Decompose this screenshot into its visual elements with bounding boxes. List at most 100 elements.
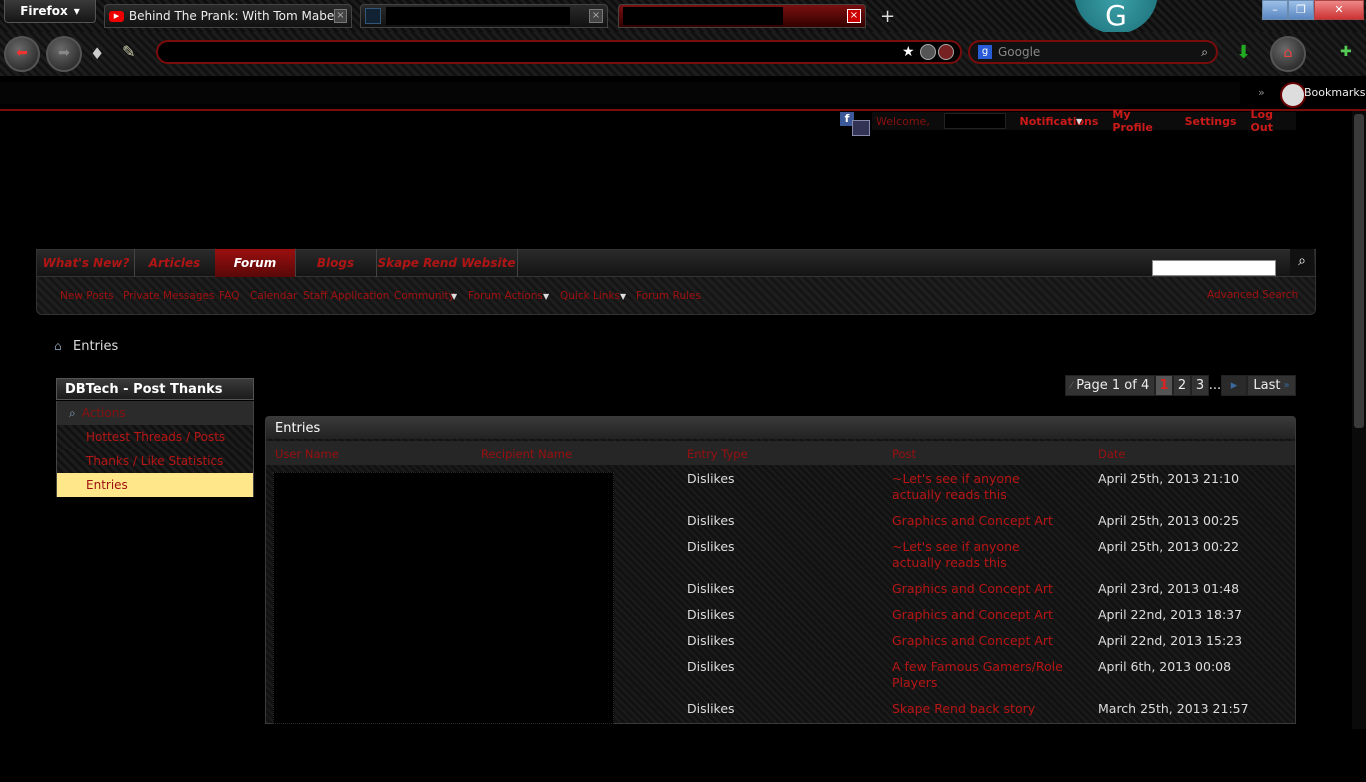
search-icon[interactable]: ⌕ — [1201, 45, 1208, 60]
chevron-down-icon: ▼ — [451, 292, 458, 301]
close-window-button[interactable]: ✕ — [1314, 0, 1364, 20]
next-page-icon[interactable]: ▸ — [1221, 375, 1247, 396]
home-icon[interactable]: ⌂ — [54, 340, 66, 352]
post-link[interactable]: Graphics and Concept Art — [892, 581, 1072, 597]
post-link[interactable]: Graphics and Concept Art — [892, 633, 1072, 649]
new-tab-icon[interactable]: + — [880, 6, 895, 27]
tab-youtube[interactable]: ▶ Behind The Prank: With Tom Mabe ... × — [104, 4, 352, 28]
entry-type: Dislikes — [687, 471, 735, 486]
log-out-link[interactable]: Log Out — [1251, 108, 1296, 134]
sidebar-title: DBTech - Post Thanks — [56, 378, 254, 400]
page-ellipsis: ... — [1208, 378, 1222, 393]
my-profile-link[interactable]: My Profile — [1112, 108, 1170, 134]
firefox-menu-button[interactable]: Firefox ▾ — [4, 0, 96, 23]
tab-skape-rend-website[interactable]: Skape Rend Website — [376, 249, 518, 277]
community-menu[interactable]: Community — [394, 290, 455, 302]
back-button[interactable]: ⬅ — [4, 36, 40, 72]
settings-link[interactable]: Settings — [1185, 115, 1237, 128]
sidebar-item-entries[interactable]: Entries — [56, 473, 254, 497]
entry-date: April 22nd, 2013 15:23 — [1098, 633, 1243, 648]
forward-button[interactable]: ➡ — [46, 36, 82, 72]
chevron-right-icon[interactable]: » — [1258, 86, 1265, 99]
bookmarks-icon[interactable] — [1280, 82, 1306, 108]
faq-link[interactable]: FAQ — [219, 290, 239, 302]
col-recipient-name[interactable]: Recipient Name — [481, 447, 572, 461]
entry-date: April 23rd, 2013 01:48 — [1098, 581, 1240, 596]
quick-links-menu[interactable]: Quick Links — [560, 290, 620, 302]
close-icon[interactable]: × — [847, 9, 861, 23]
chevron-down-icon: ▼ — [543, 292, 550, 301]
user-bar: Welcome, Notifications My Profile Settin… — [872, 108, 1296, 134]
profile-initial: G — [1105, 0, 1127, 32]
forum-rules-link[interactable]: Forum Rules — [636, 290, 701, 302]
tab-forum[interactable]: Forum — [215, 249, 296, 277]
url-redacted — [168, 44, 438, 60]
minimize-button[interactable]: – — [1262, 0, 1288, 20]
close-icon[interactable]: × — [333, 9, 347, 23]
url-bar[interactable]: ★ — [156, 40, 962, 64]
advanced-search-link[interactable]: Advanced Search — [1207, 289, 1298, 301]
tab-blogs[interactable]: Blogs — [295, 249, 377, 277]
col-date[interactable]: Date — [1098, 447, 1126, 461]
col-post[interactable]: Post — [892, 447, 916, 461]
bookmarks-button[interactable]: Bookmarks — [1304, 86, 1365, 99]
tab-articles[interactable]: Articles — [134, 249, 216, 277]
forum-actions-menu[interactable]: Forum Actions — [468, 290, 543, 302]
page-2[interactable]: 2 — [1173, 375, 1191, 396]
col-entry-type[interactable]: Entry Type — [687, 447, 748, 461]
sidebar-item-statistics[interactable]: Thanks / Like Statistics — [56, 449, 254, 473]
notifications-link[interactable]: Notifications — [1020, 115, 1099, 128]
post-link[interactable]: A few Famous Gamers/Role Players — [892, 659, 1072, 691]
calendar-link[interactable]: Calendar — [250, 290, 297, 302]
tab-title-redacted — [386, 7, 570, 25]
entry-date: April 22nd, 2013 18:37 — [1098, 607, 1243, 622]
tab-title: Behind The Prank: With Tom Mabe ... — [128, 9, 334, 23]
download-icon[interactable]: ⬇ — [1236, 42, 1251, 63]
staff-application-link[interactable]: Staff Application — [303, 290, 389, 302]
close-icon[interactable]: × — [589, 9, 603, 23]
post-link[interactable]: Graphics and Concept Art — [892, 607, 1072, 623]
tab-whats-new[interactable]: What's New? — [38, 249, 135, 277]
firefox-menu-label: Firefox — [20, 4, 68, 18]
forum-search-input[interactable] — [1152, 260, 1276, 276]
gift-icon[interactable]: ♦ — [90, 44, 104, 63]
table-header — [266, 441, 1295, 465]
search-bar[interactable]: g Google ⌕ — [968, 40, 1218, 64]
post-link[interactable]: ~Let's see if anyone actually reads this — [892, 539, 1072, 571]
search-icon[interactable]: ⌕ — [1290, 249, 1314, 275]
page-1[interactable]: 1 — [1155, 375, 1173, 396]
page-3[interactable]: 3 — [1191, 375, 1209, 396]
avatar[interactable] — [852, 120, 870, 136]
post-link[interactable]: ~Let's see if anyone actually reads this — [892, 471, 1072, 503]
col-user-name[interactable]: User Name — [275, 447, 339, 461]
tab-title-redacted — [623, 7, 783, 25]
search-placeholder: Google — [998, 45, 1041, 59]
entry-date: April 25th, 2013 00:22 — [1098, 539, 1240, 554]
new-posts-link[interactable]: New Posts — [60, 290, 114, 302]
addon-icon[interactable]: ✚ — [1340, 44, 1352, 60]
post-link[interactable]: Skape Rend back story — [892, 701, 1092, 717]
tab-2[interactable]: × — [360, 4, 608, 28]
reload-icon[interactable] — [938, 44, 954, 60]
home-button[interactable]: ⌂ — [1270, 36, 1306, 72]
post-link[interactable]: Graphics and Concept Art — [892, 513, 1072, 529]
star-icon[interactable]: ★ — [902, 44, 915, 60]
last-page-button[interactable]: Last» — [1247, 375, 1296, 396]
entry-type: Dislikes — [687, 513, 735, 528]
page-label-text: Page 1 of 4 — [1076, 378, 1150, 393]
tab-active[interactable]: × — [618, 4, 866, 28]
sidebar-section-label: Actions — [81, 406, 126, 420]
note-icon[interactable]: ✎ — [122, 42, 135, 61]
maximize-button[interactable]: ❐ — [1288, 0, 1314, 20]
chevron-down-icon: ▾ — [73, 4, 80, 18]
sidebar-item-hottest[interactable]: Hottest Threads / Posts — [56, 425, 254, 449]
welcome-text: Welcome, — [876, 114, 930, 128]
scrollbar-thumb[interactable] — [1354, 114, 1364, 428]
private-messages-link[interactable]: Private Messages — [123, 290, 214, 302]
entry-type: Dislikes — [687, 581, 735, 596]
page-label[interactable]: ⁄ Page 1 of 4 — [1065, 375, 1155, 396]
entry-type: Dislikes — [687, 633, 735, 648]
info-icon[interactable] — [920, 44, 936, 60]
entry-type: Dislikes — [687, 701, 735, 716]
entry-type: Dislikes — [687, 659, 735, 674]
